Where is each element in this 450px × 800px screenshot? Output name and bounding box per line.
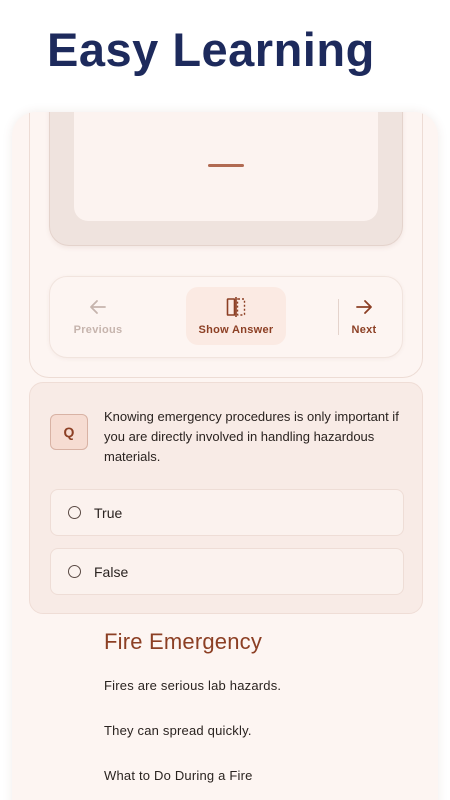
quiz-card: Q Knowing emergency procedures is only i…: [29, 382, 423, 614]
next-label: Next: [351, 324, 377, 336]
screenshot-page: Easy Learning Previous Show Answer Next …: [0, 0, 450, 800]
flashcard-dash: [208, 164, 244, 167]
flashcard-face: [74, 112, 378, 221]
previous-label: Previous: [73, 324, 123, 336]
section-paragraph: What to Do During a Fire: [104, 768, 253, 783]
arrow-right-icon: [354, 296, 374, 318]
flashcard-section: Previous Show Answer Next: [29, 112, 423, 378]
flashcard[interactable]: [49, 112, 403, 246]
flashcard-controls: Previous Show Answer Next: [49, 276, 403, 358]
next-button[interactable]: Next: [342, 287, 386, 345]
section-paragraph: They can spread quickly.: [104, 723, 252, 738]
section-title: Fire Emergency: [104, 629, 263, 654]
controls-divider: [338, 299, 339, 335]
promo-headline: Easy Learning: [47, 23, 375, 76]
question-text: Knowing emergency procedures is only imp…: [104, 409, 399, 464]
phone-screen: Previous Show Answer Next Q Knowing emer…: [12, 112, 438, 800]
option-false[interactable]: False: [50, 548, 404, 595]
flip-card-icon: [225, 296, 247, 318]
previous-button[interactable]: Previous: [64, 287, 132, 345]
show-answer-label: Show Answer: [198, 324, 274, 336]
show-answer-button[interactable]: Show Answer: [186, 287, 286, 345]
section-paragraph: Fires are serious lab hazards.: [104, 678, 282, 693]
question-badge: Q: [50, 414, 88, 450]
option-label: False: [94, 563, 129, 580]
option-true[interactable]: True: [50, 489, 404, 536]
option-label: True: [94, 504, 123, 521]
radio-button[interactable]: [68, 565, 81, 578]
arrow-left-icon: [88, 296, 108, 318]
radio-button[interactable]: [68, 506, 81, 519]
